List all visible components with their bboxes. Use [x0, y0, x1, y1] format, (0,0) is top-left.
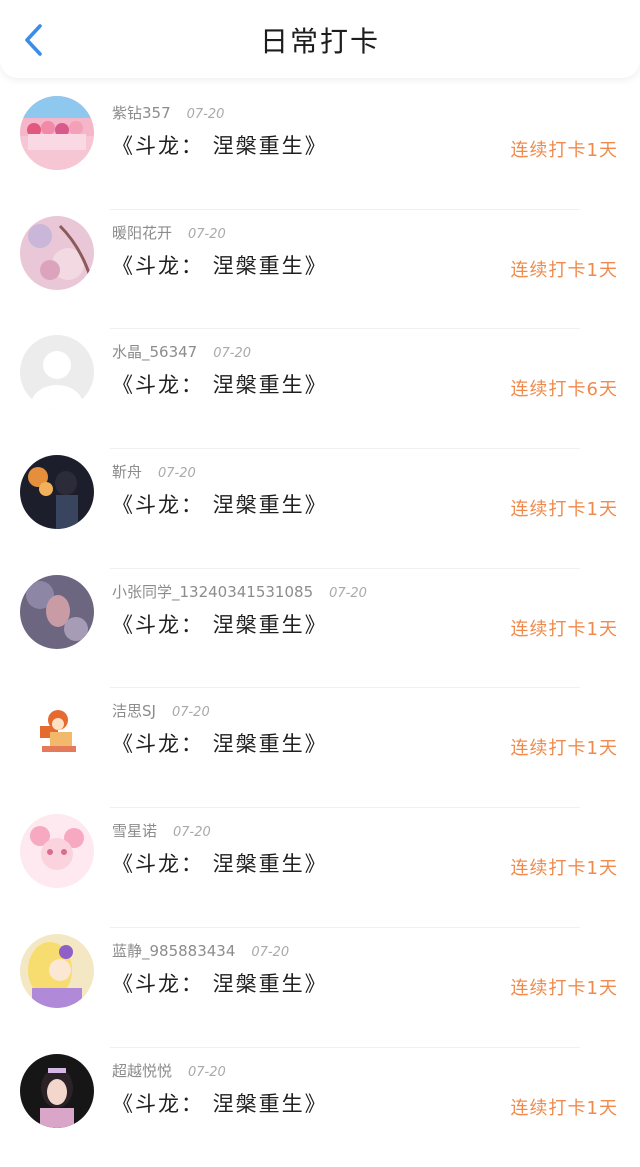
avatar[interactable] [20, 934, 94, 1008]
username[interactable]: 洁思SJ [112, 702, 156, 720]
book-title[interactable]: 《斗龙： 涅槃重生》 [112, 609, 328, 639]
checkin-date: 07-20 [188, 1065, 226, 1080]
username[interactable]: 水晶_56347 [112, 343, 197, 361]
checkin-meta: 蓝静_985883434 07-20 [112, 940, 289, 961]
book-title[interactable]: 《斗龙： 涅槃重生》 [112, 250, 328, 280]
top-bar: 日常打卡 [0, 0, 640, 78]
username[interactable]: 暖阳花开 [112, 224, 172, 242]
checkin-item[interactable]: 水晶_56347 07-20 《斗龙： 涅槃重生》 连续打卡6天 [0, 329, 640, 449]
checkin-meta: 暖阳花开 07-20 [112, 222, 226, 243]
book-title[interactable]: 《斗龙： 涅槃重生》 [112, 728, 328, 758]
streak-label: 连续打卡1天 [511, 974, 618, 1000]
username[interactable]: 蓝静_985883434 [112, 942, 235, 960]
checkin-item[interactable]: 洁思SJ 07-20 《斗龙： 涅槃重生》 连续打卡1天 [0, 688, 640, 808]
book-title[interactable]: 《斗龙： 涅槃重生》 [112, 369, 328, 399]
streak-label: 连续打卡6天 [511, 375, 618, 401]
streak-label: 连续打卡1天 [511, 734, 618, 760]
checkin-meta: 紫钻357 07-20 [112, 102, 224, 123]
book-title[interactable]: 《斗龙： 涅槃重生》 [112, 1088, 328, 1118]
checkin-meta: 小张同学_13240341531085 07-20 [112, 581, 367, 602]
streak-label: 连续打卡1天 [511, 136, 618, 162]
book-title[interactable]: 《斗龙： 涅槃重生》 [112, 130, 328, 160]
checkin-date: 07-20 [173, 825, 211, 840]
avatar[interactable] [20, 694, 94, 768]
username[interactable]: 超越悦悦 [112, 1062, 172, 1080]
book-title[interactable]: 《斗龙： 涅槃重生》 [112, 489, 328, 519]
checkin-meta: 雪星诺 07-20 [112, 820, 211, 841]
avatar[interactable] [20, 1054, 94, 1128]
book-title[interactable]: 《斗龙： 涅槃重生》 [112, 968, 328, 998]
checkin-item[interactable]: 紫钻357 07-20 《斗龙： 涅槃重生》 连续打卡1天 [0, 90, 640, 210]
checkin-item[interactable]: 小张同学_13240341531085 07-20 《斗龙： 涅槃重生》 连续打卡… [0, 569, 640, 689]
checkin-list: 紫钻357 07-20 《斗龙： 涅槃重生》 连续打卡1天 暖阳花开 07-20 《… [0, 90, 640, 1167]
streak-label: 连续打卡1天 [511, 615, 618, 641]
username[interactable]: 紫钻357 [112, 104, 171, 122]
username[interactable]: 靳舟 [112, 463, 142, 481]
checkin-date: 07-20 [213, 346, 251, 361]
checkin-date: 07-20 [329, 586, 367, 601]
avatar[interactable] [20, 96, 94, 170]
checkin-meta: 靳舟 07-20 [112, 461, 196, 482]
checkin-date: 07-20 [187, 107, 225, 122]
page-title: 日常打卡 [0, 20, 640, 60]
streak-label: 连续打卡1天 [511, 256, 618, 282]
checkin-item[interactable]: 雪星诺 07-20 《斗龙： 涅槃重生》 连续打卡1天 [0, 808, 640, 928]
streak-label: 连续打卡1天 [511, 495, 618, 521]
avatar[interactable] [20, 335, 94, 409]
streak-label: 连续打卡1天 [511, 854, 618, 880]
checkin-date: 07-20 [251, 945, 289, 960]
checkin-item[interactable]: 靳舟 07-20 《斗龙： 涅槃重生》 连续打卡1天 [0, 449, 640, 569]
checkin-date: 07-20 [172, 705, 210, 720]
avatar[interactable] [20, 575, 94, 649]
checkin-meta: 洁思SJ 07-20 [112, 700, 210, 721]
checkin-meta: 水晶_56347 07-20 [112, 341, 251, 362]
book-title[interactable]: 《斗龙： 涅槃重生》 [112, 848, 328, 878]
checkin-date: 07-20 [158, 466, 196, 481]
username[interactable]: 小张同学_13240341531085 [112, 583, 313, 601]
avatar[interactable] [20, 216, 94, 290]
checkin-meta: 超越悦悦 07-20 [112, 1060, 226, 1081]
username[interactable]: 雪星诺 [112, 822, 157, 840]
avatar[interactable] [20, 814, 94, 888]
checkin-item[interactable]: 暖阳花开 07-20 《斗龙： 涅槃重生》 连续打卡1天 [0, 210, 640, 330]
checkin-item[interactable]: 超越悦悦 07-20 《斗龙： 涅槃重生》 连续打卡1天 [0, 1048, 640, 1167]
streak-label: 连续打卡1天 [511, 1094, 618, 1120]
checkin-date: 07-20 [188, 227, 226, 242]
checkin-item[interactable]: 蓝静_985883434 07-20 《斗龙： 涅槃重生》 连续打卡1天 [0, 928, 640, 1048]
avatar[interactable] [20, 455, 94, 529]
